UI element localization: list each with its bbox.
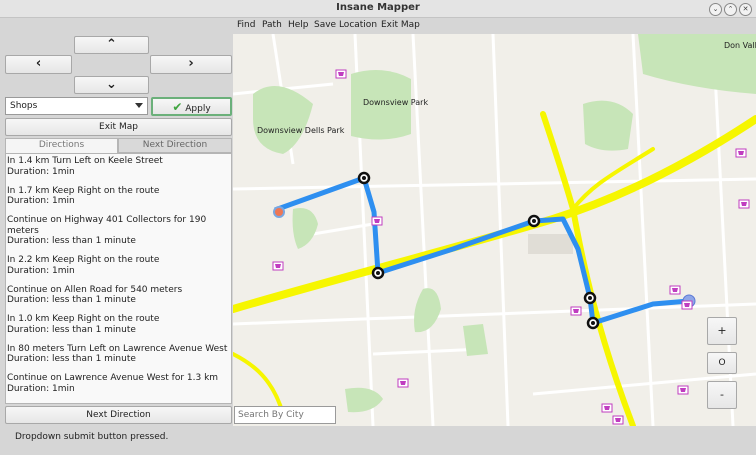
direction-tabs: Directions Next Direction: [5, 138, 232, 153]
shop-icon[interactable]: [335, 69, 347, 79]
tab-directions[interactable]: Directions: [5, 138, 118, 153]
pan-down-button[interactable]: ⌄: [74, 76, 149, 94]
park-bottom: [345, 387, 383, 413]
minimize-icon[interactable]: ⌄: [709, 3, 722, 16]
direction-duration: Duration: less than 1 minute: [7, 236, 136, 246]
direction-duration: Duration: less than 1 minute: [7, 324, 136, 335]
shop-icon[interactable]: [735, 148, 747, 158]
shop-icon[interactable]: [272, 261, 284, 271]
building-block: [528, 234, 573, 254]
poi-dropdown[interactable]: Shops: [5, 97, 148, 115]
apply-button-label: Apply: [185, 104, 211, 114]
map-label-downsview-dells-park: Downsview Dells Park: [257, 126, 345, 135]
close-icon[interactable]: ✕: [739, 3, 752, 16]
status-text: Dropdown submit button pressed.: [15, 432, 169, 442]
chevron-up-icon: ⌃: [106, 37, 117, 52]
route-layer: [273, 171, 696, 330]
direction-instruction: In 1.4 km Turn Left on Keele Street: [7, 156, 163, 166]
menu-find[interactable]: Find: [237, 20, 255, 30]
direction-duration: Duration: less than 1 minute: [7, 295, 136, 305]
shop-icons: [272, 69, 750, 425]
park-corner: [663, 34, 756, 69]
park-small2: [463, 324, 488, 356]
search-city-input[interactable]: [234, 406, 336, 424]
direction-duration: Duration: less than 1 minute: [7, 354, 136, 364]
direction-step: In 1.4 km Turn Left on Keele Street Durat…: [7, 156, 229, 177]
direction-instruction: Continue on Lawrence Avenue West for 1.3…: [7, 373, 219, 383]
direction-instruction: In 1.7 km Keep Right on the route: [7, 185, 160, 196]
map-view[interactable]: Downsview Park Downsview Dells Park Don …: [233, 34, 756, 426]
route-line: [274, 175, 690, 326]
direction-duration: Duration: 1min: [7, 383, 75, 394]
shop-icon[interactable]: [677, 385, 689, 395]
status-bar: Dropdown submit button pressed.: [0, 427, 756, 455]
chevron-right-icon: ›: [188, 56, 194, 71]
dropdown-caret-icon: [135, 103, 143, 108]
direction-step: In 1.0 km Keep Right on the route Duratio…: [7, 314, 229, 335]
title-bar: Insane Mapper ⌄ ⌃ ✕: [0, 0, 756, 18]
shop-icon[interactable]: [570, 306, 582, 316]
menu-save-location[interactable]: Save Location: [314, 20, 377, 30]
zoom-out-button[interactable]: -: [707, 381, 737, 409]
menu-path[interactable]: Path: [262, 20, 282, 30]
pan-left-button[interactable]: ‹: [5, 55, 72, 74]
park-downsview-dells: [253, 86, 313, 154]
zoom-reset-button[interactable]: O: [707, 352, 737, 374]
maximize-icon[interactable]: ⌃: [724, 3, 737, 16]
map-label-don-vall: Don Vall: [724, 41, 756, 50]
direction-step: Continue on Allen Road for 540 meters Dur…: [7, 285, 229, 306]
shop-icon[interactable]: [612, 415, 624, 425]
zoom-in-button[interactable]: +: [707, 317, 737, 345]
shop-icon[interactable]: [681, 300, 693, 310]
direction-instruction: In 1.0 km Keep Right on the route: [7, 314, 160, 324]
menu-help[interactable]: Help: [288, 20, 309, 30]
next-direction-button[interactable]: Next Direction: [5, 406, 232, 424]
shop-icon[interactable]: [371, 216, 383, 226]
direction-duration: Duration: 1min: [7, 265, 75, 276]
chevron-down-icon: ⌄: [106, 77, 117, 92]
shop-icon[interactable]: [601, 403, 613, 413]
pan-right-button[interactable]: ›: [150, 55, 232, 74]
poi-dropdown-value: Shops: [10, 101, 38, 111]
direction-instruction: In 2.2 km Keep Right on the route: [7, 255, 160, 265]
apply-button[interactable]: ✔ Apply: [151, 97, 232, 116]
direction-step: In 2.2 km Keep Right on the route Duratio…: [7, 255, 229, 276]
direction-instruction: Continue on Allen Road for 540 meters: [7, 284, 183, 295]
shop-icon[interactable]: [738, 199, 750, 209]
park-east: [583, 100, 633, 151]
exit-map-button[interactable]: Exit Map: [5, 118, 232, 136]
direction-instruction: Continue on Highway 401 Collectors for 1…: [7, 215, 207, 236]
map-label-downsview-park: Downsview Park: [363, 98, 428, 107]
direction-instruction: In 80 meters Turn Left on Lawrence Avenu…: [7, 343, 228, 354]
park-sw: [414, 288, 441, 333]
direction-step: In 1.7 km Keep Right on the route Duratio…: [7, 186, 229, 207]
tab-next-direction[interactable]: Next Direction: [118, 138, 232, 153]
direction-step: Continue on Lawrence Avenue West for 1.3…: [7, 373, 229, 394]
direction-step: Continue on Highway 401 Collectors for 1…: [7, 215, 229, 247]
direction-step: In 80 meters Turn Left on Lawrence Avenu…: [7, 344, 229, 365]
map-canvas[interactable]: Downsview Park Downsview Dells Park Don …: [233, 34, 756, 426]
highways: [233, 111, 756, 426]
shop-icon[interactable]: [669, 285, 681, 295]
route-total: Total Length: 7.1 km Duration: 6min: [7, 403, 229, 404]
menu-exit-map[interactable]: Exit Map: [381, 20, 420, 30]
menu-bar: Find Path Help Save Location Exit Map: [233, 17, 756, 33]
route-start-marker: [273, 206, 285, 218]
checkmark-icon: ✔: [172, 100, 183, 114]
direction-duration: Duration: 1min: [7, 166, 75, 177]
pan-up-button[interactable]: ⌃: [74, 36, 149, 54]
directions-panel[interactable]: In 1.4 km Turn Left on Keele Street Durat…: [5, 153, 232, 404]
park-small: [292, 208, 318, 249]
allen-road: [540, 111, 636, 426]
chevron-left-icon: ‹: [35, 56, 42, 71]
highway-sw: [233, 352, 285, 416]
direction-duration: Duration: 1min: [7, 196, 75, 206]
shop-icon[interactable]: [397, 378, 409, 388]
window-title: Insane Mapper: [336, 2, 420, 13]
